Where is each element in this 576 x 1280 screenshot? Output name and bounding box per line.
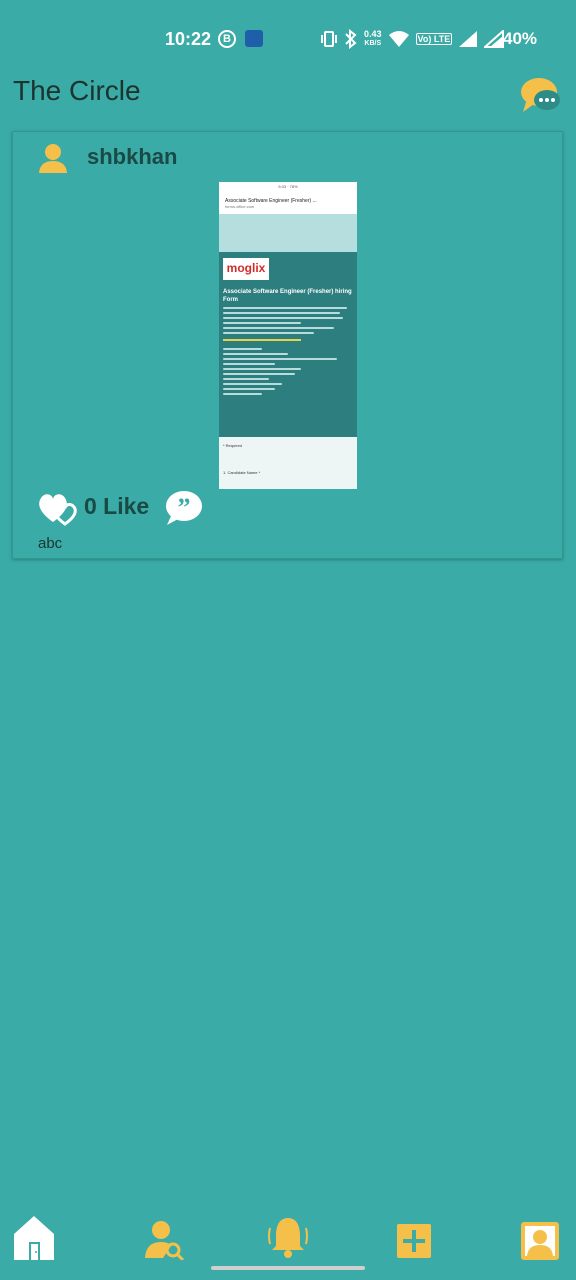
image-form-body: moglix Associate Software Engineer (Fres… <box>219 252 357 437</box>
svg-text:”: ” <box>178 493 191 522</box>
nav-notifications[interactable] <box>266 1214 310 1260</box>
signal-icon <box>459 31 478 47</box>
battery-level: 40% <box>503 29 538 48</box>
volte-icon: Vo) LTE <box>415 33 453 45</box>
app-bar: The Circle <box>0 70 576 118</box>
app-title: The Circle <box>13 75 141 106</box>
user-search-icon <box>145 1221 185 1262</box>
nav-profile[interactable] <box>519 1214 563 1260</box>
nav-search-users[interactable] <box>141 1214 185 1262</box>
status-time: 10:22 <box>165 29 212 49</box>
bottom-navigation <box>0 1210 576 1266</box>
home-indicator[interactable] <box>211 1266 365 1270</box>
profile-icon <box>521 1222 559 1260</box>
image-url-bar: Associate Software Engineer (Fresher) ..… <box>219 192 357 214</box>
net-speed: 0.43 KB/S <box>364 29 382 48</box>
chat-button[interactable] <box>520 76 562 114</box>
heart-icon[interactable] <box>37 490 79 526</box>
wifi-icon <box>388 31 409 47</box>
home-icon <box>14 1216 54 1260</box>
post-caption: abc <box>38 535 63 552</box>
post-card: shbkhan 5:33 · 78% Associate Software En… <box>12 131 563 559</box>
nav-home[interactable] <box>12 1214 56 1260</box>
signal-roaming-icon <box>484 30 505 48</box>
image-logo: moglix <box>223 258 269 280</box>
image-banner <box>219 214 357 252</box>
like-count: 0 Like <box>84 493 150 519</box>
image-heading: Associate Software Engineer (Fresher) hi… <box>223 289 352 303</box>
post-username[interactable]: shbkhan <box>87 144 177 170</box>
comment-quote-icon[interactable]: ” <box>163 490 203 526</box>
status-icons: 0.43 KB/S Vo) LTE <box>320 28 505 50</box>
nav-add-post[interactable] <box>395 1214 439 1260</box>
status-bar: 10:22 B 0.43 KB/S Vo) LTE 40% <box>0 0 576 78</box>
wallet-icon <box>245 30 263 47</box>
image-form-section: * Required 1. Candidate Name * <box>219 437 357 489</box>
vibrate-icon <box>321 31 337 47</box>
add-icon <box>397 1224 431 1258</box>
post-image[interactable]: 5:33 · 78% Associate Software Engineer (… <box>219 182 357 489</box>
bell-icon <box>268 1218 308 1258</box>
bluetooth-icon <box>345 29 357 49</box>
chat-bubbles-icon <box>521 78 560 112</box>
b-badge-icon: B <box>218 30 236 48</box>
person-icon <box>39 144 67 173</box>
image-status-bar: 5:33 · 78% <box>219 182 357 192</box>
